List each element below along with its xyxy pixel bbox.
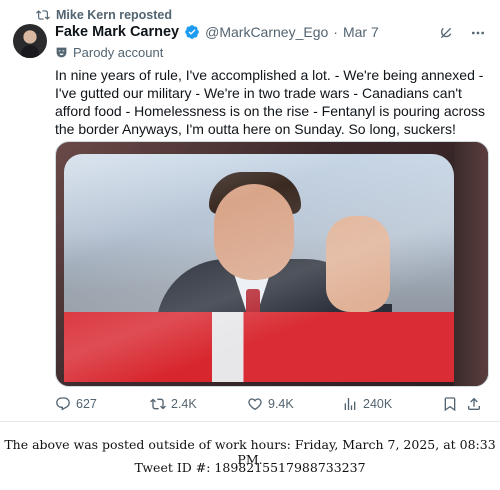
repost-text: Mike Kern reposted — [56, 8, 173, 22]
reply-icon — [56, 397, 70, 411]
repost-icon — [150, 398, 166, 410]
repost-icon — [36, 10, 50, 20]
views-chart-icon — [344, 398, 356, 410]
header-actions — [438, 25, 486, 41]
reply-button[interactable]: 627 — [55, 396, 150, 412]
parody-text: Parody account — [73, 45, 164, 60]
views-button[interactable]: 240K — [342, 396, 442, 412]
more-icon[interactable] — [470, 25, 486, 41]
tweet-card[interactable]: Mike Kern reposted Fake Mark Carney @Mar… — [0, 0, 500, 422]
like-button[interactable]: 9.4K — [247, 396, 342, 412]
repost-count: 2.4K — [171, 397, 197, 411]
handle[interactable]: @MarkCarney_Ego — [205, 24, 328, 40]
car-window-scene — [64, 154, 454, 382]
grok-icon[interactable] — [438, 25, 454, 41]
separator: · — [333, 24, 338, 40]
share-button[interactable] — [466, 396, 482, 412]
tweet-photo[interactable] — [55, 141, 489, 387]
repost-indicator[interactable]: Mike Kern reposted — [36, 8, 172, 22]
views-count: 240K — [363, 397, 393, 411]
bookmark-icon — [444, 397, 456, 412]
tweet-actions: 627 2.4K 9.4K 240K — [55, 396, 490, 412]
post-date[interactable]: Mar 7 — [343, 24, 379, 40]
tweet-header: Fake Mark Carney @MarkCarney_Ego · Mar 7 — [55, 24, 488, 40]
parody-mask-icon — [56, 47, 67, 58]
bookmark-button[interactable] — [442, 396, 466, 412]
like-count: 9.4K — [268, 397, 294, 411]
verified-badge-icon — [185, 25, 199, 39]
heart-icon — [248, 398, 262, 411]
display-name[interactable]: Fake Mark Carney — [55, 24, 179, 40]
share-icon — [468, 397, 480, 410]
parody-label: Parody account — [55, 45, 163, 60]
tweet-text: In nine years of rule, I've accomplished… — [55, 67, 486, 137]
avatar[interactable] — [13, 24, 47, 58]
repost-button[interactable]: 2.4K — [150, 396, 247, 412]
tweet-id: Tweet ID #: 1898215517988733237 — [134, 460, 366, 475]
reply-count: 627 — [76, 397, 97, 411]
